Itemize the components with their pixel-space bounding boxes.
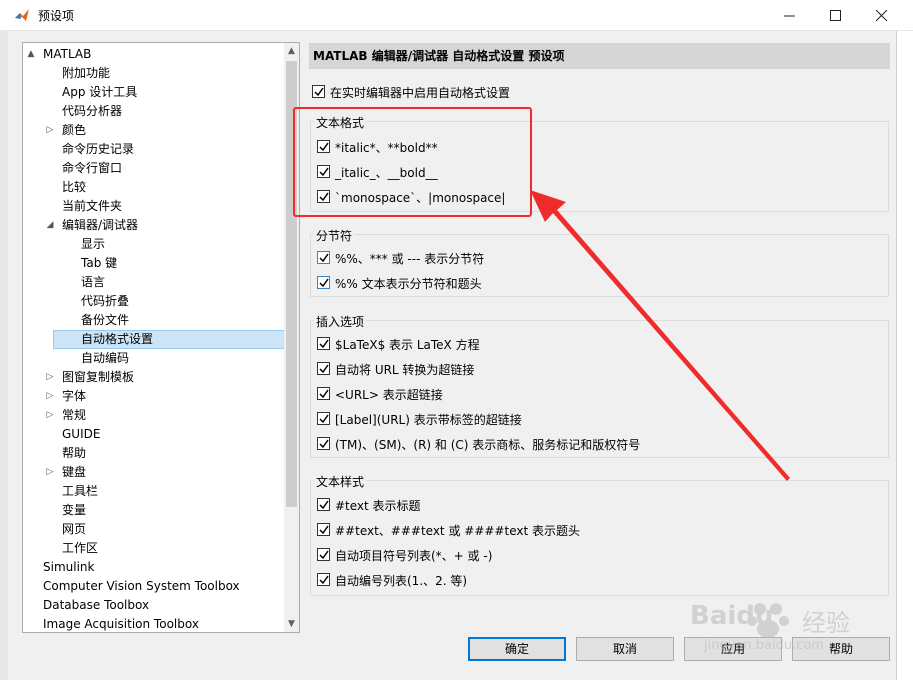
watermark-url: jingyan.baidu.com [704, 638, 824, 653]
watermark-suffix: 经验 [802, 609, 850, 637]
watermark-brand: Baidu [690, 601, 774, 631]
annotation-arrow [530, 190, 790, 481]
baidu-watermark: Baidu 经验 jingyan.baidu.com [690, 593, 900, 673]
